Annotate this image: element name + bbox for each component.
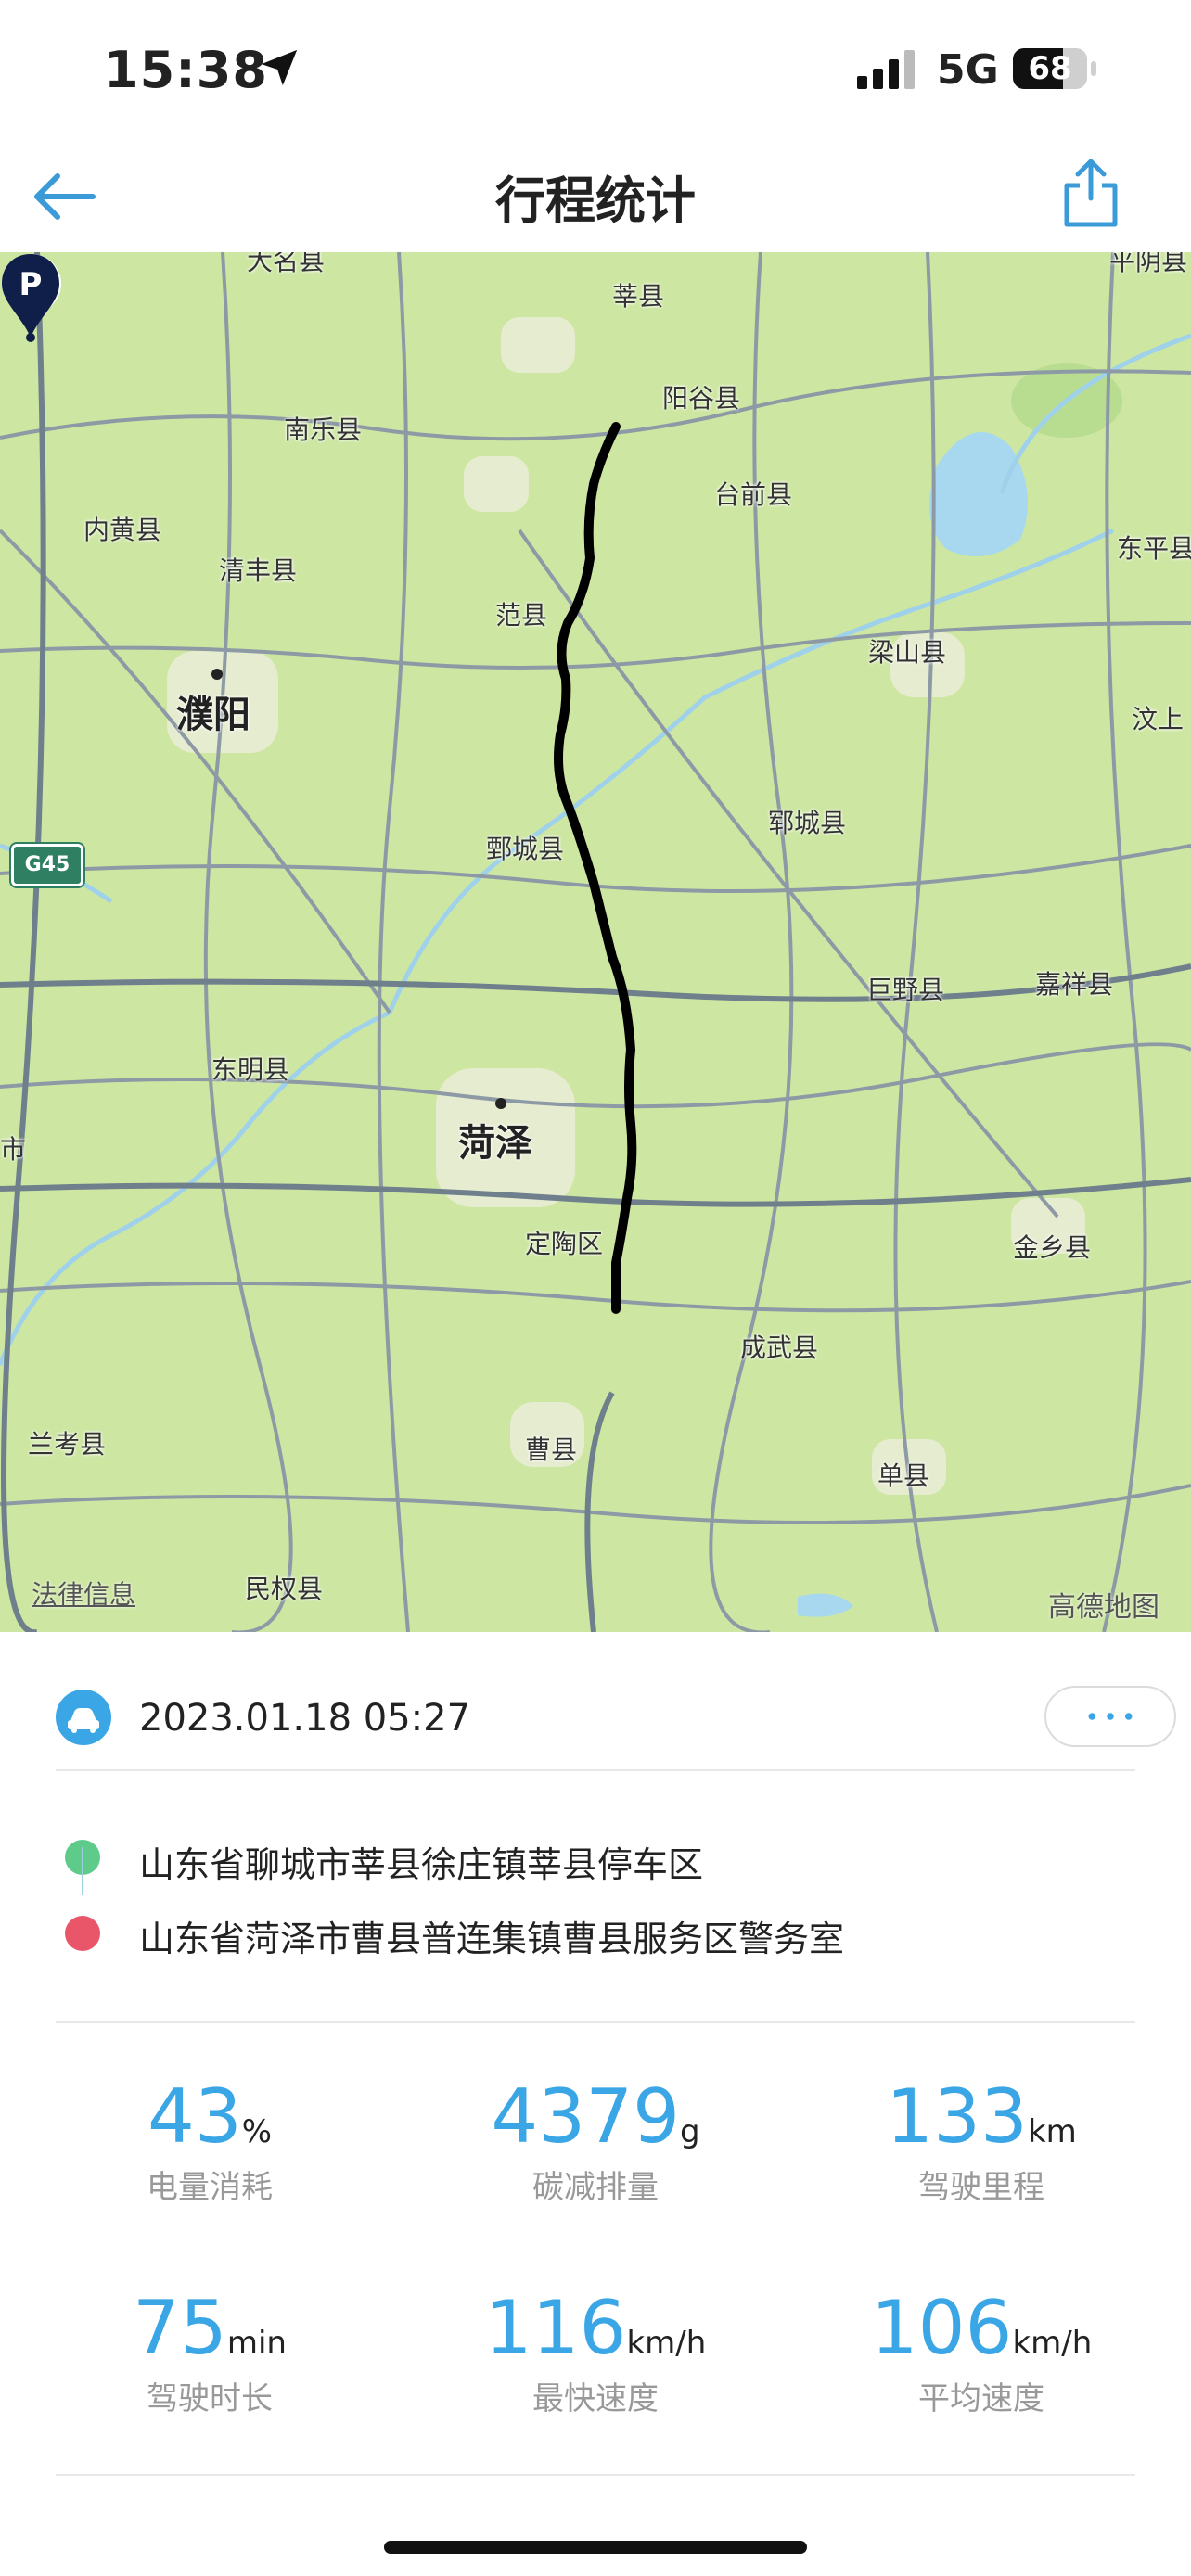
- start-address: 山东省聊城市莘县徐庄镇莘县停车区: [139, 1844, 704, 1885]
- battery-percent: 68: [1028, 50, 1072, 87]
- map-label: 嘉祥县: [1035, 969, 1114, 1000]
- car-icon: [56, 1690, 111, 1745]
- map-label: 兰考县: [28, 1429, 107, 1460]
- map-label: 巨野县: [866, 975, 945, 1005]
- stat-value: 75: [133, 2285, 227, 2371]
- route-connector: [82, 1847, 83, 1895]
- stat-energy-consumption: 43% 电量消耗: [15, 2073, 404, 2207]
- map-label: 郓城县: [768, 808, 847, 838]
- legal-info-link[interactable]: 法律信息: [32, 1575, 135, 1612]
- parking-pin-icon[interactable]: P: [0, 252, 61, 345]
- map-label: 鄄城县: [486, 834, 565, 864]
- stat-unit: min: [226, 2325, 287, 2362]
- stat-max-speed: 116km/h 最快速度: [401, 2285, 790, 2418]
- stat-carbon-reduction: 4379g 碳减排量: [401, 2073, 790, 2207]
- share-icon[interactable]: [1056, 156, 1126, 230]
- stat-unit: km/h: [626, 2325, 707, 2362]
- stat-label: 最快速度: [532, 2380, 659, 2417]
- map-label: 梁山县: [868, 637, 947, 668]
- stat-label: 驾驶里程: [918, 2169, 1044, 2206]
- map-label: 内黄县: [83, 515, 162, 545]
- end-location-dot: [65, 1916, 100, 1951]
- map-attribution: 高德地图: [1048, 1591, 1159, 1624]
- stat-label: 碳减排量: [532, 2169, 659, 2206]
- stat-label: 驾驶时长: [147, 2380, 273, 2417]
- map-label: 定陶区: [525, 1229, 604, 1259]
- status-bar: 15:38 5G 68: [0, 0, 1191, 139]
- map-label: 东明县: [211, 1054, 290, 1085]
- highway-shield: G45: [9, 842, 85, 888]
- network-type: 5G: [937, 46, 999, 94]
- status-time: 15:38: [104, 41, 268, 99]
- stat-value: 106: [870, 2285, 1013, 2371]
- map-label-city: 濮阳: [176, 694, 250, 736]
- stat-value: 43: [147, 2073, 242, 2160]
- map-label: 大名县: [247, 252, 326, 276]
- stat-unit: %: [241, 2113, 273, 2150]
- more-options-button[interactable]: [1044, 1686, 1176, 1747]
- divider: [56, 2021, 1135, 2023]
- map-label: 台前县: [714, 479, 793, 510]
- map-label: 金乡县: [1013, 1232, 1092, 1263]
- map-label: 平阴县: [1109, 252, 1188, 276]
- map-label: 汶上: [1132, 704, 1185, 734]
- battery-icon: 68: [1013, 48, 1098, 89]
- stat-label: 电量消耗: [147, 2169, 273, 2206]
- trip-map[interactable]: 莘县 阳谷县 南乐县 台前县 内黄县 清丰县 东平县 范县 梁山县 濮阳 汶上 …: [0, 252, 1191, 1632]
- map-canvas: [0, 252, 1191, 1632]
- map-label: 成武县: [740, 1333, 819, 1363]
- map-label-city: 菏泽: [458, 1122, 532, 1165]
- stat-driving-duration: 75min 驾驶时长: [15, 2285, 404, 2418]
- end-address: 山东省菏泽市曹县普连集镇曹县服务区警务室: [139, 1919, 845, 1959]
- stat-unit: km/h: [1012, 2325, 1093, 2362]
- stat-driving-distance: 133km 驾驶里程: [787, 2073, 1176, 2207]
- stat-value: 116: [484, 2285, 627, 2371]
- map-label: 市: [0, 1134, 27, 1165]
- map-label: 清丰县: [219, 555, 298, 586]
- stat-unit: km: [1027, 2113, 1077, 2150]
- map-label: 阳谷县: [662, 383, 741, 414]
- map-label: 南乐县: [284, 414, 363, 445]
- stat-value: 133: [886, 2073, 1028, 2160]
- map-label: 范县: [495, 600, 548, 631]
- divider: [56, 1769, 1135, 1771]
- stat-unit: g: [680, 2113, 700, 2150]
- stat-label: 平均速度: [918, 2380, 1044, 2417]
- page-title: 行程统计: [495, 172, 696, 230]
- nav-bar: 行程统计: [0, 139, 1191, 252]
- stat-value: 4379: [491, 2073, 680, 2160]
- map-label: 莘县: [612, 281, 665, 312]
- map-label: 民权县: [245, 1574, 324, 1604]
- trip-info-panel: 2023.01.18 05:27 山东省聊城市莘县徐庄镇莘县停车区 山东省菏泽市…: [0, 1632, 1191, 2576]
- map-label: 曹县: [525, 1435, 578, 1465]
- stat-average-speed: 106km/h 平均速度: [787, 2285, 1176, 2418]
- parking-pin-label: P: [19, 266, 43, 303]
- home-indicator[interactable]: [384, 2541, 807, 2554]
- location-arrow-icon: [261, 49, 298, 86]
- trip-datetime: 2023.01.18 05:27: [139, 1697, 471, 1740]
- divider: [56, 2474, 1135, 2476]
- map-label: 东平县: [1117, 533, 1191, 564]
- map-label: 单县: [877, 1460, 930, 1491]
- cellular-signal-icon: [857, 50, 915, 89]
